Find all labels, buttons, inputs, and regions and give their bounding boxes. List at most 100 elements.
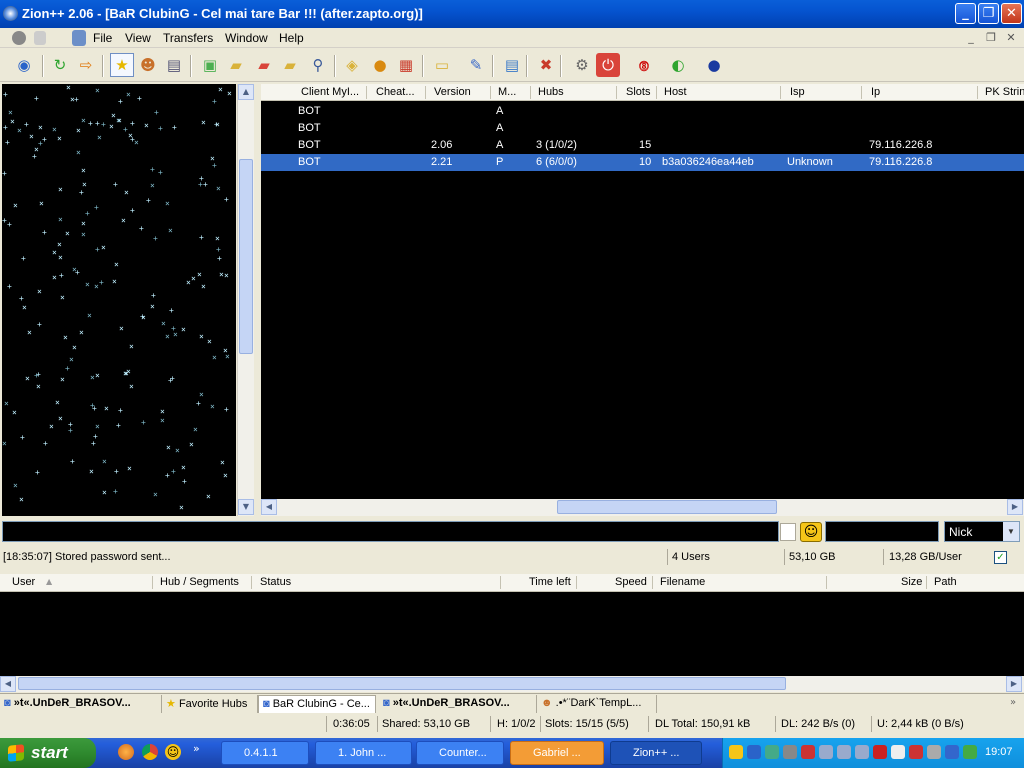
scroll-thumb[interactable] [18,677,786,690]
column-ip[interactable]: Ip [871,86,971,98]
chrome-icon[interactable] [142,744,158,760]
task-folder[interactable]: 0.4.1.1 [221,741,309,765]
minimize-button[interactable]: _ [955,3,976,24]
hub-chat-panel[interactable]: × × + + + × × × × × × × + × × + × × × + + × × + × × × + × × × × + + × × + × × ×… [2,84,236,516]
menu-file[interactable]: File [93,31,112,45]
title-bar[interactable]: Zion++ 2.06 - [BaR ClubinG - Cel mai tar… [0,0,1024,28]
notepad-icon[interactable]: ✎ [464,53,488,77]
ignored-users-icon[interactable]: ✖ [534,53,558,77]
spy-icon[interactable]: ● [368,53,392,77]
task-counter[interactable]: Counter... [416,741,504,765]
tab-under-brasov-2[interactable]: ◙ »t«.UnDeR_BRASOV... [379,695,537,713]
user-filter-input[interactable] [825,521,939,542]
tab-bar-clubing[interactable]: ◙ BaR ClubinG - Ce... [258,695,376,713]
scroll-right-button[interactable]: ▶ [1007,499,1023,515]
tab-dark-templ[interactable]: ☻ .•*¨DarK`TempL... [537,695,657,713]
scroll-left-button[interactable]: ◀ [261,499,277,515]
task-winamp[interactable]: 1. John ... [315,741,412,765]
close-button[interactable]: ✕ [1001,3,1022,24]
user-row[interactable]: BOT 2.21 P 6 (6/0/0) 10 b3a036246ea44eb Unknow… [261,154,1024,171]
column-slots[interactable]: Slots [626,86,656,98]
column-status[interactable]: Status [260,576,291,588]
search-icon[interactable]: ⚲ [306,53,330,77]
menu-window[interactable]: Window [225,31,268,45]
column-client[interactable]: Client MyI... [301,86,365,98]
column-user[interactable]: User [12,576,35,588]
emoticon-icon[interactable]: ☺ [800,522,822,542]
finished-uploads-icon[interactable]: ▰ [278,53,302,77]
chevron-down-icon[interactable]: ▼ [1003,522,1019,541]
scroll-thumb[interactable] [239,159,253,354]
tab-under-brasov-1[interactable]: ◙ »t«.UnDeR_BRASOV... [0,695,162,713]
app-tray-icon-2[interactable] [909,745,923,759]
chat-input[interactable] [2,521,779,542]
system-log-icon[interactable]: ▤ [500,53,524,77]
network-tray-icon-4[interactable] [855,745,869,759]
filter-column-select[interactable]: Nick ▼ [944,521,1020,542]
recent-hubs-icon[interactable]: ▤ [162,53,186,77]
network-tray-icon[interactable] [765,745,779,759]
show-userlist-checkbox[interactable]: ✓ [994,551,1007,564]
column-pk[interactable]: PK Strin [985,86,1024,98]
network-tray-icon-2[interactable] [819,745,833,759]
column-host[interactable]: Host [664,86,774,98]
user-row[interactable]: BOT A [261,120,1024,137]
app-tray-icon[interactable] [783,745,797,759]
download-queue-icon[interactable]: ▣ [198,53,222,77]
scroll-down-button[interactable]: ▼ [238,499,254,515]
mdi-app-icon[interactable] [72,30,86,46]
open-filelist-icon[interactable]: ▭ [430,53,454,77]
column-filename[interactable]: Filename [660,576,705,588]
mdi-minimize-button[interactable]: _ [964,31,978,45]
scroll-up-button[interactable]: ▲ [238,84,254,100]
shutdown-icon[interactable]: ⏻ [596,53,620,77]
mdi-close-button[interactable]: ✕ [1004,31,1018,45]
transfer-horizontal-scrollbar[interactable]: ◀ ▶ [0,676,1024,692]
transfer-list[interactable]: User ▲ Hub / Segments Status Time left S… [0,574,1024,692]
column-cheat[interactable]: Cheat... [376,86,426,98]
scroll-right-button[interactable]: ▶ [1006,676,1022,692]
messenger-tray-icon[interactable] [729,745,743,759]
finished-downloads-icon[interactable]: ▰ [224,53,248,77]
column-mode[interactable]: M... [498,86,526,98]
maximize-button[interactable]: ❐ [978,3,999,24]
app-icon[interactable] [3,6,18,21]
column-hub-segments[interactable]: Hub / Segments [160,576,239,588]
task-gabriel[interactable]: Gabriel ... [510,741,604,765]
firefox-icon[interactable] [118,744,134,760]
limiter-icon[interactable]: ⓼ [632,53,656,77]
reconnect-icon[interactable]: ↻ [48,53,72,77]
menu-help[interactable]: Help [279,31,304,45]
user-list-horizontal-scrollbar[interactable]: ◀ ▶ [261,499,1024,516]
upload-queue-icon[interactable]: ▰ [252,53,276,77]
vertical-scrollbar[interactable]: ▲ ▼ [237,84,254,516]
tabs-overflow-icon[interactable]: » [1010,697,1016,708]
antivirus-tray-icon[interactable] [801,745,815,759]
media-icon[interactable]: ◐ [666,53,690,77]
column-speed[interactable]: Speed [615,576,647,588]
multiline-toggle[interactable] [780,523,796,541]
network-tray-icon-3[interactable] [837,745,851,759]
quicklaunch-overflow-icon[interactable]: » [193,742,200,755]
scroll-thumb[interactable] [557,500,777,514]
column-version[interactable]: Version [434,86,488,98]
scroll-left-button[interactable]: ◀ [0,676,16,692]
volume-tray-icon[interactable] [927,745,941,759]
user-list[interactable]: Client MyI... Cheat... Version M... Hubs… [261,84,1024,516]
info-tray-icon[interactable] [945,745,959,759]
stats-icon[interactable]: ▦ [394,53,418,77]
column-hubs[interactable]: Hubs [538,86,608,98]
mdi-restore-button[interactable]: ❐ [984,31,998,45]
winamp-icon[interactable]: ● [702,53,726,77]
bluetooth-tray-icon[interactable] [963,745,977,759]
zion-tray-icon[interactable] [747,745,761,759]
user-row[interactable]: BOT 2.06 A 3 (1/0/2) 15 79.116.226.8 [261,137,1024,154]
follow-redirect-icon[interactable]: ⇨ [74,53,98,77]
column-size[interactable]: Size [901,576,922,588]
adl-search-icon[interactable]: ◈ [340,53,364,77]
menu-view[interactable]: View [125,31,151,45]
shield-tray-icon[interactable] [873,745,887,759]
column-isp[interactable]: Isp [790,86,860,98]
connect-hub-icon[interactable]: ◉ [12,53,36,77]
start-button[interactable]: start [0,738,96,768]
